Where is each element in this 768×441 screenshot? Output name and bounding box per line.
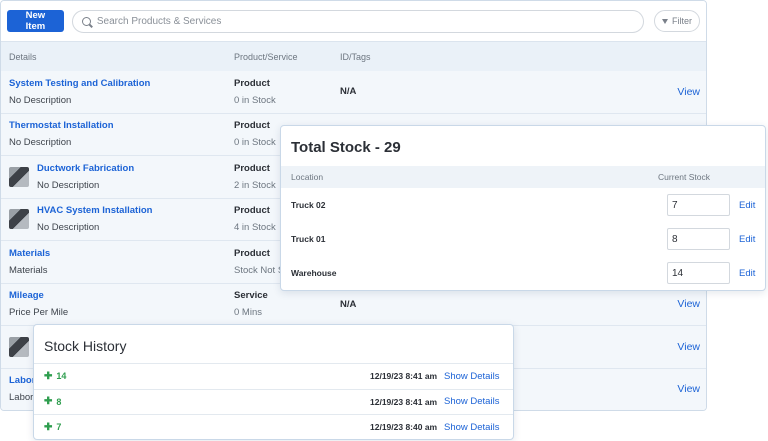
filter-button[interactable]: Filter [654,10,700,32]
item-thumbnail [9,336,29,357]
edit-link[interactable]: Edit [739,268,755,279]
history-row: ✚ 8 12/19/23 8:41 am Show Details [34,388,513,415]
new-item-button[interactable]: New Item [7,10,64,32]
item-thumbnail [9,166,29,187]
search-icon [81,16,91,26]
view-link[interactable]: View [640,341,700,353]
stock-quantity-input[interactable]: 14 [667,262,730,284]
view-link[interactable]: View [640,383,700,395]
item-stock: 0 Mins [234,307,262,319]
item-description: Labor [9,392,34,404]
show-details-link[interactable]: Show Details [444,422,499,433]
stock-location-row: Warehouse 14 Edit [281,256,765,290]
history-quantity: 14 [56,371,67,382]
plus-icon: ✚ [44,370,53,382]
history-row: ✚ 14 12/19/23 8:41 am Show Details [34,363,513,389]
history-quantity: 8 [56,396,62,407]
location-name: Warehouse [291,268,337,278]
location-name: Truck 01 [291,234,326,244]
location-name: Truck 02 [291,200,326,210]
history-row: ✚ 7 12/19/23 8:40 am Show Details [34,414,513,440]
item-description: No Description [37,222,100,234]
search-input[interactable] [96,15,643,27]
stock-quantity-input[interactable]: 8 [667,228,730,250]
show-details-link[interactable]: Show Details [444,371,499,382]
history-timestamp: 12/19/23 8:41 am [370,371,438,382]
item-type: Service [234,290,268,302]
stock-history-panel: Stock History ✚ 14 12/19/23 8:41 am Show … [33,324,514,440]
view-link[interactable]: View [640,86,700,98]
header-id-tags: ID/Tags [340,51,371,62]
item-name[interactable]: Labor [9,375,35,386]
total-stock-panel: Total Stock - 29 Location Current Stock … [280,125,766,291]
item-description: Price Per Mile [9,307,69,319]
item-name[interactable]: Mileage [9,290,68,301]
edit-link[interactable]: Edit [739,200,755,211]
total-stock-header: Location Current Stock [281,166,765,188]
item-tags: N/A [340,298,357,310]
filter-icon [662,18,668,24]
item-name[interactable]: Materials [9,248,50,259]
header-current-stock: Current Stock [658,172,710,182]
history-timestamp: 12/19/23 8:41 am [370,396,438,407]
item-description: No Description [37,179,100,191]
item-stock: 0 in Stock [234,94,276,106]
item-description: Materials [9,264,48,276]
plus-icon: ✚ [44,396,53,408]
item-description: No Description [9,137,72,149]
toolbar: New Item Filter [1,1,706,41]
edit-link[interactable]: Edit [739,234,755,245]
history-timestamp: 12/19/23 8:40 am [370,422,438,433]
history-quantity: 7 [56,422,62,433]
item-thumbnail [9,209,29,230]
show-details-link[interactable]: Show Details [444,396,499,407]
stock-location-row: Truck 01 8 Edit [281,222,765,256]
item-description: No Description [9,94,72,106]
item-name[interactable]: Ductwork Fabrication [37,163,134,174]
item-name[interactable]: System Testing and Calibration [9,78,150,89]
filter-label: Filter [672,16,692,26]
stock-quantity-input[interactable]: 7 [667,194,730,216]
stock-location-row: Truck 02 7 Edit [281,188,765,222]
view-link[interactable]: View [640,298,700,310]
item-tags: N/A [340,86,357,98]
table-header: Details Product/Service ID/Tags [1,41,706,71]
header-details: Details [9,51,37,62]
item-name[interactable]: Thermostat Installation [9,120,114,131]
stock-history-title: Stock History [44,338,127,354]
item-type: Product [234,77,270,89]
table-row[interactable]: System Testing and Calibration No Descrip… [1,71,706,114]
total-stock-title: Total Stock - 29 [291,139,401,156]
search-box[interactable] [71,9,644,33]
header-location: Location [291,172,324,182]
header-product-service: Product/Service [234,51,298,62]
item-name[interactable]: HVAC System Installation [37,205,152,216]
plus-icon: ✚ [44,421,53,433]
